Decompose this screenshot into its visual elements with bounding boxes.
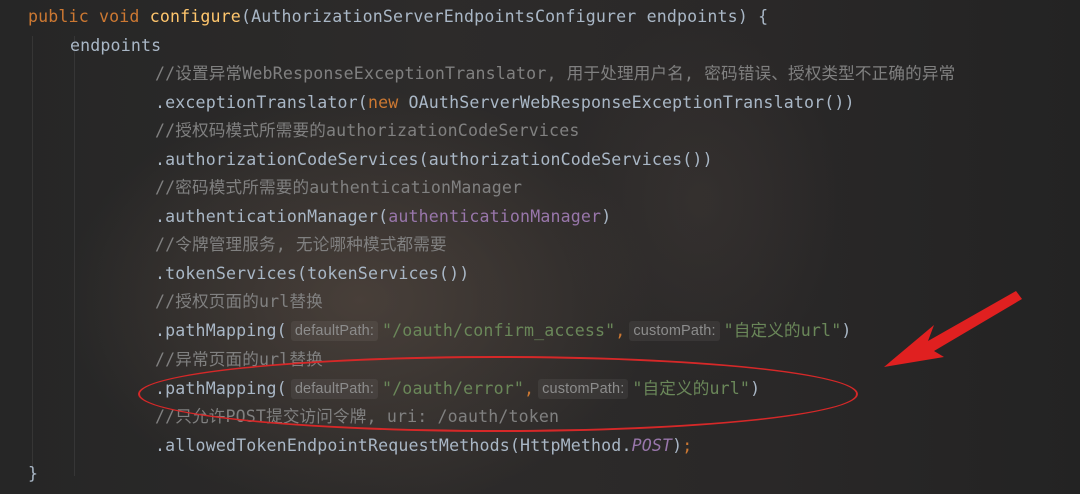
call-allowed-methods: .allowedTokenEndpointRequestMethods(Http…	[155, 436, 632, 455]
code-line-6: .authorizationCodeServices(authorization…	[155, 146, 713, 174]
red-arrow-icon	[884, 291, 1022, 367]
code-line-10: .tokenServices(tokenServices())	[155, 260, 469, 288]
string-default-path: "/oauth/confirm_access"	[382, 321, 616, 340]
indent-guide	[32, 36, 33, 476]
close-paren: )	[601, 207, 612, 226]
call-exception-translator: .exceptionTranslator(	[155, 93, 368, 112]
param-hint-default-path: defaultPath:	[290, 321, 379, 341]
indent-guide	[74, 36, 75, 476]
highlight-ellipse	[138, 356, 858, 432]
keyword-void: void	[98, 7, 140, 26]
semicolon: ;	[682, 436, 693, 455]
method-signature: (AuthorizationServerEndpointsConfigurer …	[240, 7, 769, 26]
keyword-public: public	[28, 7, 89, 26]
code-line-16: .allowedTokenEndpointRequestMethods(Http…	[155, 432, 692, 460]
closing-brace: }	[28, 464, 39, 483]
method-name: configure	[149, 7, 241, 26]
code-line-8: .authenticationManager(authenticationMan…	[155, 203, 611, 231]
string-custom-path: "自定义的url"	[723, 321, 842, 340]
code-line-4: .exceptionTranslator(new OAuthServerWebR…	[155, 89, 855, 117]
call-token-services: .tokenServices(tokenServices())	[155, 264, 470, 283]
code-comment-2: //授权码模式所需要的authorizationCodeServices	[155, 121, 580, 140]
translator-constructor: OAuthServerWebResponseExceptionTranslato…	[398, 93, 855, 112]
code-comment-4: //令牌管理服务, 无论哪种模式都需要	[155, 235, 447, 254]
code-comment-3: //密码模式所需要的authenticationManager	[155, 178, 523, 197]
param-hint-custom-path: customPath:	[629, 321, 720, 341]
comma: ,	[615, 321, 626, 340]
code-line-1: public void configure(AuthorizationServe…	[28, 3, 768, 31]
call-authentication-manager: .authenticationManager(	[155, 207, 389, 226]
enum-post: POST	[631, 436, 673, 455]
code-editor[interactable]: public void configure(AuthorizationServe…	[0, 0, 1080, 494]
code-line-12: .pathMapping(defaultPath: "/oauth/confirm…	[155, 317, 851, 345]
code-comment-1: //设置异常WebResponseExceptionTranslator, 用于…	[155, 64, 956, 83]
keyword-new: new	[367, 93, 399, 112]
code-comment-5: //授权页面的url替换	[155, 292, 323, 311]
code-line-17: }	[28, 460, 38, 488]
endpoints-identifier: endpoints	[70, 36, 162, 55]
call-authorization-code-services: .authorizationCodeServices(authorization…	[155, 150, 713, 169]
code-line-2: endpoints	[70, 32, 161, 60]
close-paren: )	[672, 436, 683, 455]
close-paren: )	[841, 321, 852, 340]
field-authentication-manager: authenticationManager	[388, 207, 602, 226]
call-path-mapping: .pathMapping(	[155, 321, 287, 340]
